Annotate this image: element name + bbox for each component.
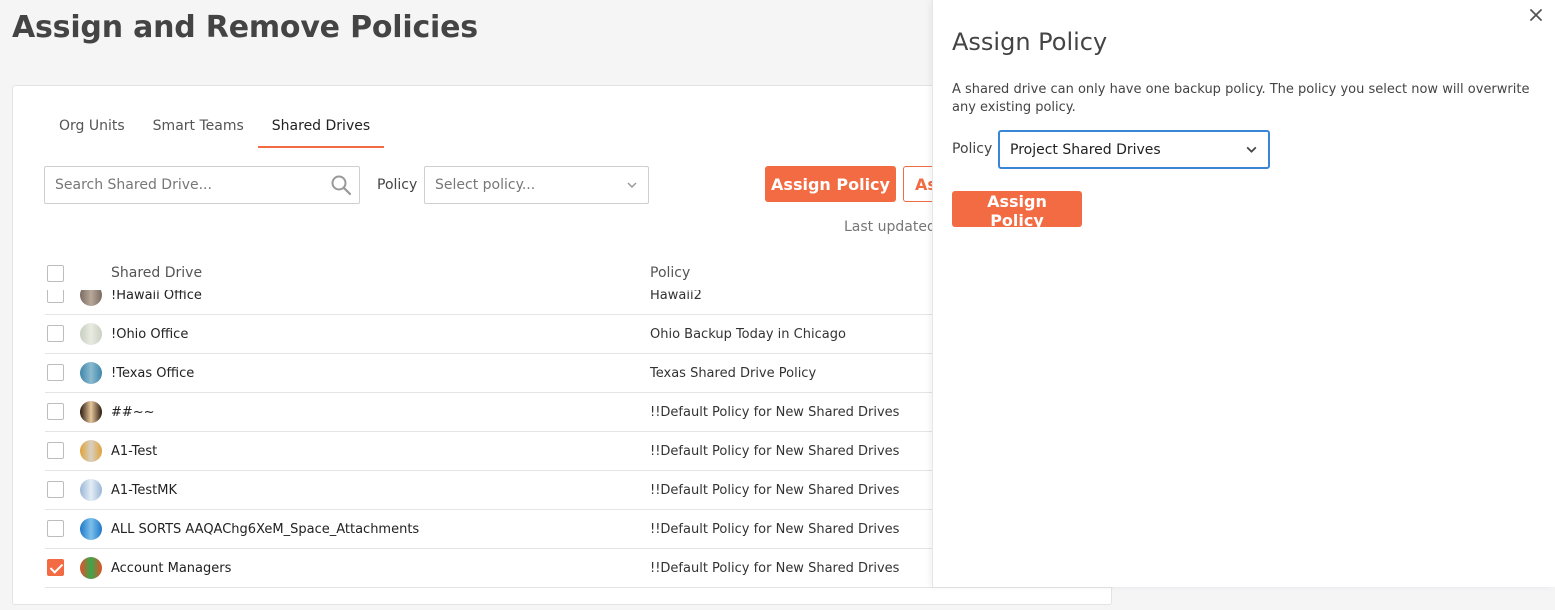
assign-policy-button[interactable]: Assign Policy [765, 166, 896, 202]
drive-name: A1-Test [111, 444, 158, 459]
column-header-policy[interactable]: Policy [650, 265, 690, 281]
drive-policy: Texas Shared Drive Policy [650, 366, 817, 381]
panel-assign-policy-button[interactable]: Assign Policy [952, 191, 1082, 230]
drive-name: Account Managers [111, 561, 232, 576]
drive-policy: Hawaii2 [650, 290, 702, 303]
drive-avatar [80, 479, 102, 501]
drive-policy: !!Default Policy for New Shared Drives [650, 561, 900, 576]
policy-filter-placeholder: Select policy... [435, 177, 536, 193]
drive-name: ##~~ [111, 405, 155, 420]
drive-name: A1-TestMK [111, 483, 178, 498]
drive-policy: !!Default Policy for New Shared Drives [650, 444, 900, 459]
search-input[interactable] [45, 167, 329, 203]
drive-avatar [80, 518, 102, 540]
panel-description: A shared drive can only have one backup … [952, 82, 1530, 115]
row-checkbox[interactable] [47, 290, 64, 303]
panel-policy-selected-value: Project Shared Drives [1010, 141, 1161, 158]
close-icon[interactable] [1527, 6, 1545, 24]
chevron-down-icon [627, 182, 637, 189]
row-checkbox[interactable] [47, 442, 64, 459]
select-all-checkbox[interactable] [47, 265, 64, 282]
row-checkbox[interactable] [47, 364, 64, 381]
row-checkbox[interactable] [47, 559, 64, 576]
chevron-down-icon [1246, 146, 1257, 153]
drive-policy: !!Default Policy for New Shared Drives [650, 405, 900, 420]
drive-avatar [80, 401, 102, 423]
tab-smart-teams[interactable]: Smart Teams [139, 108, 258, 148]
drive-policy: !!Default Policy for New Shared Drives [650, 483, 900, 498]
assign-policy-panel: Assign Policy A shared drive can only ha… [932, 0, 1555, 587]
panel-title: Assign Policy [952, 28, 1108, 56]
search-box [44, 166, 360, 204]
page-title: Assign and Remove Policies [12, 10, 478, 45]
drive-name: !Texas Office [111, 366, 195, 381]
row-checkbox[interactable] [47, 520, 64, 537]
tab-org-units[interactable]: Org Units [45, 108, 139, 148]
policy-filter-label: Policy [377, 177, 418, 193]
drive-name: ALL SORTS AAQAChg6XeM_Space_Attachments [111, 522, 420, 537]
panel-policy-label: Policy [952, 141, 993, 157]
policy-filter-select[interactable]: Select policy... [424, 166, 649, 204]
panel-policy-select[interactable]: Project Shared Drives [998, 130, 1270, 169]
drive-avatar [80, 290, 102, 306]
column-header-shared-drive[interactable]: Shared Drive [111, 265, 202, 281]
row-checkbox[interactable] [47, 403, 64, 420]
search-icon[interactable] [329, 173, 353, 197]
drive-avatar [80, 323, 102, 345]
drive-avatar [80, 440, 102, 462]
drive-avatar [80, 362, 102, 384]
drive-avatar [80, 557, 102, 579]
last-updated-text: Last updated [844, 219, 936, 235]
drive-policy: !!Default Policy for New Shared Drives [650, 522, 900, 537]
drive-name: !Hawaii Office [111, 290, 202, 303]
tab-bar: Org Units Smart Teams Shared Drives [45, 108, 385, 148]
tab-shared-drives[interactable]: Shared Drives [257, 108, 385, 148]
row-checkbox[interactable] [47, 481, 64, 498]
row-checkbox[interactable] [47, 325, 64, 342]
drive-policy: Ohio Backup Today in Chicago [650, 327, 846, 342]
drive-name: !Ohio Office [111, 327, 189, 342]
